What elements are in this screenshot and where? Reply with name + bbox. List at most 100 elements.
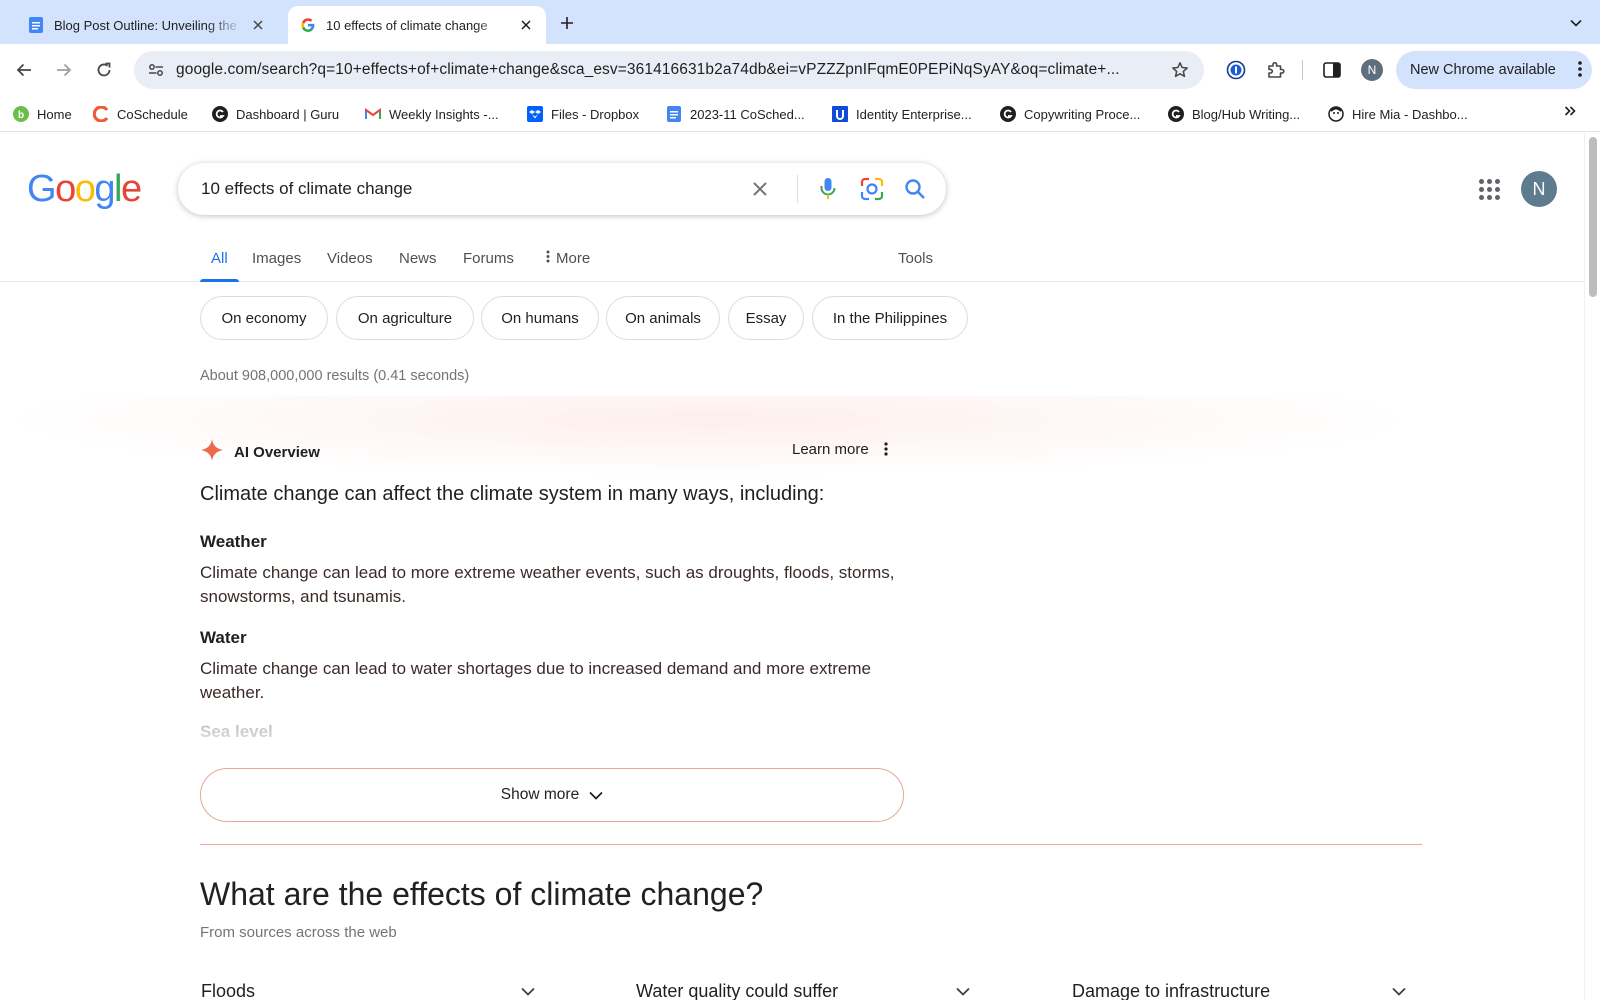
show-more-label: Show more [500,786,580,803]
bookmark-label: Identity Enterprise... [856,106,972,122]
close-tab-icon[interactable] [250,17,266,33]
tab-all[interactable]: All [200,250,239,282]
tab-tools[interactable]: Tools [898,250,933,282]
password-manager-icon[interactable] [1222,56,1250,84]
ai-section-text-faded [200,750,900,770]
lens-search-icon[interactable] [858,175,886,203]
chip-in-the-philippines[interactable]: In the Philippines [812,296,968,340]
extensions-puzzle-icon[interactable] [1262,56,1290,84]
svg-text:b: b [18,110,24,121]
bookmark-guru-dashboard[interactable]: Dashboard | Guru [212,102,339,126]
tab-title: Blog Post Outline: Unveiling the [54,17,237,33]
effect-label: Water quality could suffer [636,980,839,1000]
account-avatar[interactable]: N [1521,171,1557,207]
bookmark-coschedule-doc[interactable]: 2023-11 CoSched... [666,102,805,126]
chevron-down-icon [589,791,603,800]
bookmark-coschedule[interactable]: CoSchedule [93,102,188,126]
bookmarks-bar: b Home CoSchedule Dashboard | Guru Weekl… [0,96,1600,132]
effect-accordion-infrastructure[interactable]: Damage to infrastructure [1072,976,1406,1000]
update-chrome-label: New Chrome available [1410,62,1556,78]
new-tab-button[interactable] [556,12,578,34]
google-apps-icon[interactable] [1476,176,1502,202]
identity-icon [832,106,848,122]
ai-section-sea-level: Sea level [200,722,900,770]
page-scrollbar[interactable] [1584,133,1600,1000]
bookmark-weekly-insights[interactable]: Weekly Insights -... [365,102,499,126]
logo-letter: G [27,168,57,210]
arrow-left-icon [16,63,31,77]
logo-letter: l [113,168,122,210]
kebab-menu-icon[interactable] [884,442,888,461]
chip-on-animals[interactable]: On animals [606,296,720,340]
show-more-button[interactable]: Show more [200,768,904,822]
arrow-right-icon [57,63,72,77]
chip-on-humans[interactable]: On humans [481,296,599,340]
chevron-down-icon [1392,987,1406,996]
chevron-down-icon [956,987,970,996]
tab-more[interactable]: More [546,250,590,282]
scrollbar-thumb[interactable] [1589,137,1597,297]
docs-icon [666,106,682,122]
effect-accordion-floods[interactable]: Floods [201,976,535,1000]
side-panel-icon[interactable] [1318,56,1346,84]
browser-tab-search[interactable]: 10 effects of climate change [288,6,546,44]
google-g-icon [300,17,316,33]
bookmark-copywriting[interactable]: Copywriting Proce... [1000,102,1140,126]
bookmark-label: Files - Dropbox [551,106,640,122]
bookmark-hire-mia[interactable]: Hire Mia - Dashbo... [1328,102,1468,126]
tab-news[interactable]: News [399,250,437,282]
home-icon: b [13,106,29,122]
reload-button[interactable] [90,56,118,84]
clear-search-icon[interactable] [748,177,772,201]
profile-button[interactable]: N [1358,56,1386,84]
browser-tab-blog-outline[interactable]: Blog Post Outline: Unveiling the [16,6,278,44]
browser-toolbar: google.com/search?q=10+effects+of+climat… [0,44,1600,96]
profile-avatar: N [1361,59,1383,81]
close-tab-icon[interactable] [518,17,534,33]
effects-heading: What are the effects of climate change? [200,876,764,912]
bookmark-dropbox[interactable]: Files - Dropbox [527,102,639,126]
chip-on-economy[interactable]: On economy [200,296,328,340]
bookmark-label: Home [37,106,72,122]
tab-forums[interactable]: Forums [463,250,514,282]
ai-overview-header: AI Overview [200,438,320,466]
bookmark-home[interactable]: b Home [13,102,72,126]
dropbox-icon [527,106,543,122]
logo-letter: o [74,168,96,210]
tab-videos[interactable]: Videos [327,250,373,282]
bookmark-star-icon[interactable] [1162,51,1198,89]
kebab-menu-icon[interactable] [1578,60,1582,82]
search-divider [797,175,798,203]
coschedule-icon [93,106,109,122]
sparkle-icon [200,438,224,466]
effect-label: Floods [201,980,256,1000]
search-submit-icon[interactable] [901,175,929,203]
google-logo[interactable]: Google [27,168,142,211]
ai-section-weather: Weather Climate change can lead to more … [200,532,900,609]
forward-button[interactable] [50,56,78,84]
effect-label: Damage to infrastructure [1072,980,1271,1000]
tab-images[interactable]: Images [252,250,301,282]
chip-on-agriculture[interactable]: On agriculture [336,296,474,340]
chevron-down-icon [1570,19,1582,27]
effect-accordion-water-quality[interactable]: Water quality could suffer [636,976,970,1000]
tab-search-button[interactable] [1562,9,1590,37]
tab-strip: Blog Post Outline: Unveiling the 10 effe… [0,0,1600,44]
kebab-menu-icon [546,250,550,267]
update-chrome-button[interactable]: New Chrome available [1396,51,1592,89]
chip-essay[interactable]: Essay [728,296,804,340]
address-bar[interactable]: google.com/search?q=10+effects+of+climat… [134,51,1204,89]
ai-section-text: Climate change can lead to water shortag… [200,659,871,702]
bookmarks-overflow-button[interactable] [1564,104,1576,122]
voice-search-icon[interactable] [814,175,842,203]
reload-icon [97,62,111,77]
guru-icon [1000,106,1016,122]
bookmark-identity[interactable]: Identity Enterprise... [832,102,972,126]
bookmark-blog-hub[interactable]: Blog/Hub Writing... [1168,102,1300,126]
site-settings-icon[interactable] [136,51,176,89]
back-button[interactable] [10,56,38,84]
ai-section-heading: Water [200,628,247,647]
learn-more-link[interactable]: Learn more [792,441,869,458]
ai-section-text: Climate change can lead to more extreme … [200,563,895,606]
search-input[interactable] [201,179,731,199]
